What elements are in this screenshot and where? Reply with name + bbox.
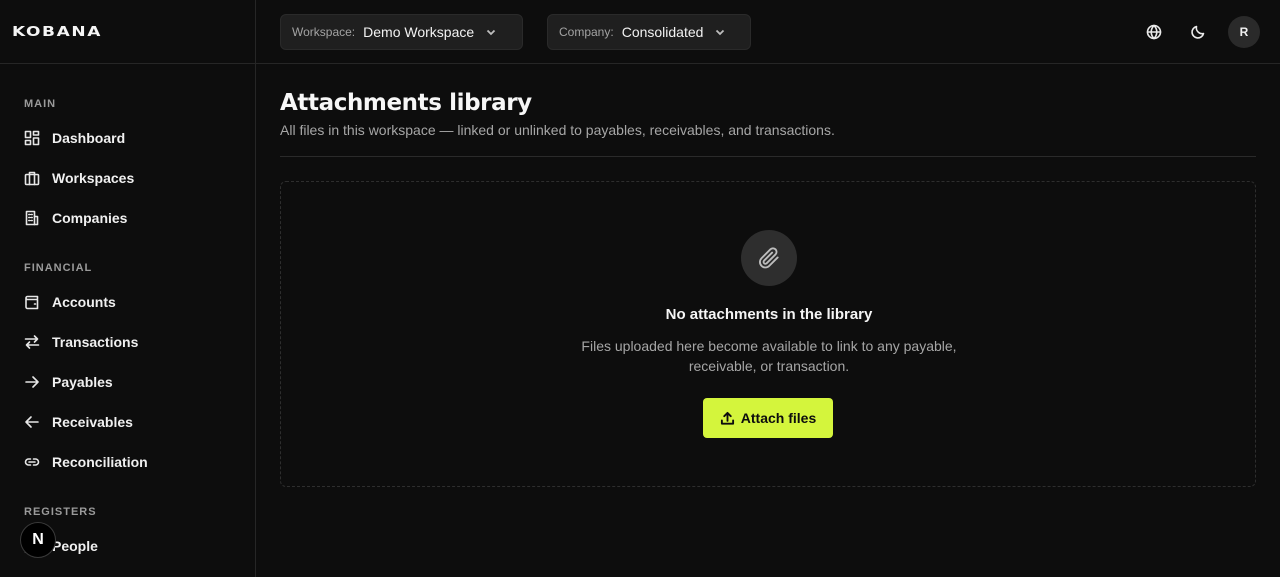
empty-state-description: Files uploaded here become available to …	[581, 338, 957, 374]
wallet-icon	[24, 294, 40, 310]
n-badge[interactable]: N	[20, 522, 56, 558]
app: KOBANA MAIN Dashboard Workspaces Compani…	[0, 0, 1280, 577]
workspace-selector[interactable]: Workspace: Demo Workspace	[280, 14, 523, 50]
upload-icon	[720, 411, 734, 425]
arrow-left-icon	[24, 414, 40, 430]
page-subtitle: All files in this workspace — linked or …	[280, 122, 835, 138]
sidebar-item-receivables[interactable]: Receivables	[24, 402, 148, 442]
empty-state-icon-circle	[741, 230, 797, 286]
chevron-down-icon	[487, 29, 496, 36]
section-label-financial: FINANCIAL	[24, 262, 93, 274]
nav-financial: Accounts Transactions Payables Receivabl…	[24, 282, 148, 482]
workspace-selector-label: Workspace:	[292, 25, 356, 39]
sidebar-item-label: Workspaces	[52, 170, 135, 186]
sidebar-item-label: People	[52, 538, 98, 554]
sidebar-item-label: Transactions	[52, 334, 139, 350]
paperclip-icon	[759, 247, 779, 269]
sidebar-item-label: Payables	[52, 374, 113, 390]
sidebar-item-workspaces[interactable]: Workspaces	[24, 158, 134, 198]
divider	[280, 156, 1256, 157]
moon-icon	[1191, 25, 1205, 39]
dashboard-icon	[24, 130, 40, 146]
workspace-selector-value: Demo Workspace	[363, 24, 475, 40]
sidebar-item-reconciliation[interactable]: Reconciliation	[24, 442, 148, 482]
language-button[interactable]	[1138, 16, 1170, 48]
building-icon	[24, 210, 40, 226]
sidebar-item-accounts[interactable]: Accounts	[24, 282, 148, 322]
logo-bar: KOBANA	[0, 0, 255, 64]
sidebar-item-transactions[interactable]: Transactions	[24, 322, 148, 362]
company-selector[interactable]: Company: Consolidated	[547, 14, 751, 50]
company-selector-label: Company:	[559, 25, 614, 39]
avatar[interactable]: R	[1228, 16, 1260, 48]
attach-files-label: Attach files	[740, 410, 817, 426]
attach-files-button[interactable]: Attach files	[703, 398, 833, 438]
arrows-left-right-icon	[24, 334, 40, 350]
chevron-down-icon	[716, 29, 725, 36]
sidebar-item-label: Companies	[52, 210, 128, 226]
section-label-registers: REGISTERS	[24, 506, 97, 518]
link-icon	[24, 454, 40, 470]
company-selector-value: Consolidated	[621, 24, 704, 40]
sidebar-item-label: Accounts	[52, 294, 116, 310]
globe-icon	[1146, 24, 1162, 40]
arrow-right-icon	[24, 374, 40, 390]
sidebar-item-label: Dashboard	[52, 130, 126, 146]
section-label-main: MAIN	[24, 98, 57, 110]
attachments-dropzone[interactable]: No attachments in the library Files uplo…	[280, 181, 1256, 487]
kobana-logo[interactable]: KOBANA	[12, 24, 102, 40]
sidebar-item-label: Reconciliation	[52, 454, 148, 470]
sidebar: KOBANA MAIN Dashboard Workspaces Compani…	[0, 0, 256, 577]
sidebar-item-companies[interactable]: Companies	[24, 198, 134, 238]
topbar: Workspace: Demo Workspace Company: Conso…	[256, 0, 1280, 64]
page-title: Attachments library	[280, 90, 532, 116]
nav-main: Dashboard Workspaces Companies	[24, 118, 134, 238]
sidebar-item-label: Receivables	[52, 414, 133, 430]
empty-state-title: No attachments in the library	[665, 306, 873, 323]
theme-toggle-button[interactable]	[1182, 16, 1214, 48]
sidebar-item-payables[interactable]: Payables	[24, 362, 148, 402]
briefcase-icon	[24, 170, 40, 186]
sidebar-item-dashboard[interactable]: Dashboard	[24, 118, 134, 158]
